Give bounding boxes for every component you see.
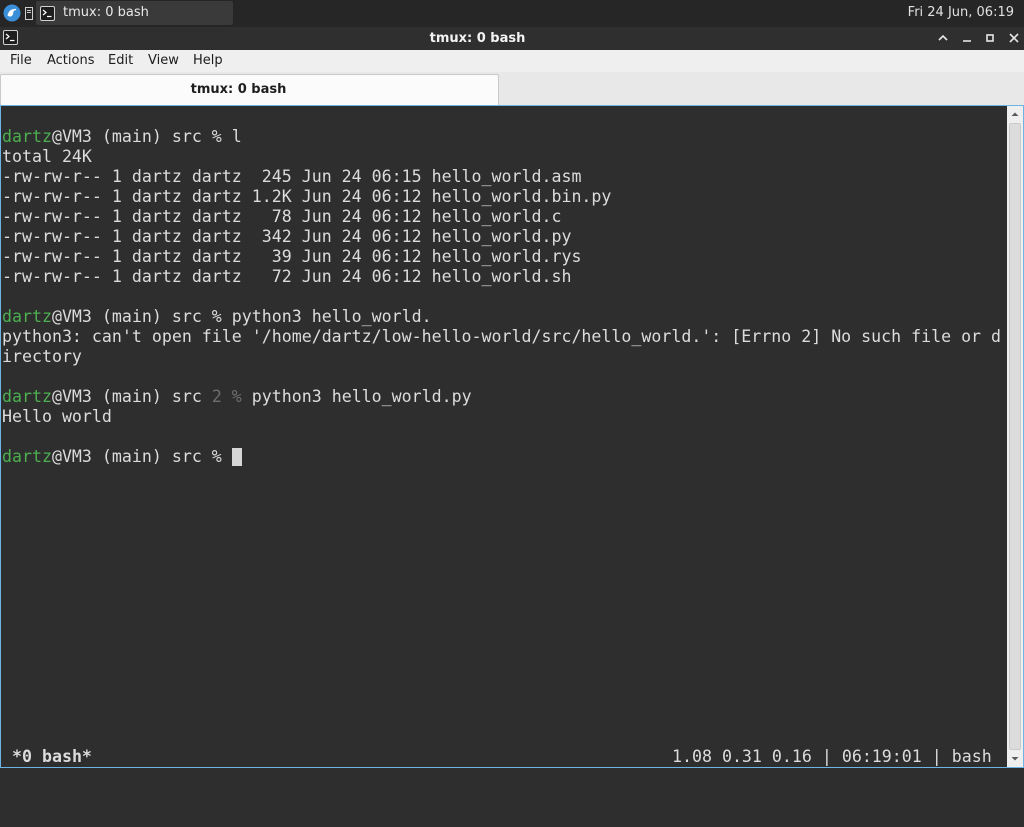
terminal-row <box>2 107 1002 127</box>
terminal-row: Hello world <box>2 407 1002 427</box>
prompt-text: @VM3 (main) src % python3 hello_world. <box>51 307 432 326</box>
scrollbar-handle[interactable] <box>1009 123 1021 750</box>
window-title-bar[interactable]: tmux: 0 bash <box>0 27 1024 50</box>
tmux-status-bar: *0 bash* 1.08 0.31 0.16 | 06:19:01 | bas… <box>2 747 1002 767</box>
terminal-frame: dartz@VM3 (main) src % l total 24K -rw-r… <box>0 105 1024 768</box>
output-text: -rw-rw-r-- 1 dartz dartz 39 Jun 24 06:12… <box>2 247 582 266</box>
arrow-down-icon <box>1007 751 1023 767</box>
terminal-row: -rw-rw-r-- 1 dartz dartz 78 Jun 24 06:12… <box>2 207 1002 227</box>
terminal-row: -rw-rw-r-- 1 dartz dartz 342 Jun 24 06:1… <box>2 227 1002 247</box>
shade-button[interactable] <box>933 28 953 48</box>
terminal-row: irectory <box>2 347 1002 367</box>
tmux-status-right: 1.08 0.31 0.16 | 06:19:01 | bash <box>672 747 992 766</box>
terminal-row <box>2 367 1002 387</box>
output-text: python3: can't open file '/home/dartz/lo… <box>2 327 1002 346</box>
app-menu-icon[interactable] <box>3 4 21 22</box>
output-text: -rw-rw-r-- 1 dartz dartz 72 Jun 24 06:12… <box>2 267 572 286</box>
terminal-row: -rw-rw-r-- 1 dartz dartz 39 Jun 24 06:12… <box>2 247 1002 267</box>
output-text: -rw-rw-r-- 1 dartz dartz 78 Jun 24 06:12… <box>2 207 562 226</box>
menu-file[interactable]: File <box>7 50 35 72</box>
output-text: -rw-rw-r-- 1 dartz dartz 1.2K Jun 24 06:… <box>2 187 612 206</box>
window-title: tmux: 0 bash <box>429 31 526 46</box>
terminal-row: -rw-rw-r-- 1 dartz dartz 1.2K Jun 24 06:… <box>2 187 1002 207</box>
maximize-icon <box>980 28 1000 48</box>
terminal-row: dartz@VM3 (main) src 2 % python3 hello_w… <box>2 387 1002 407</box>
tab-label: tmux: 0 bash <box>190 82 287 97</box>
panel-clock[interactable]: Fri 24 Jun, 06:19 <box>908 0 1014 26</box>
menu-bar: File Actions Edit View Help <box>0 50 1024 72</box>
terminal-row <box>2 427 1002 447</box>
terminal-row: dartz@VM3 (main) src % l <box>2 127 1002 147</box>
minimize-icon <box>957 28 977 48</box>
scroll-down-button[interactable] <box>1007 751 1023 767</box>
tab-bar: tmux: 0 bash <box>0 72 1024 105</box>
minimize-button[interactable] <box>957 28 977 48</box>
top-panel: tmux: 0 bash Fri 24 Jun, 06:19 <box>0 0 1024 27</box>
maximize-button[interactable] <box>980 28 1000 48</box>
tmux-window-list: *0 bash* <box>12 747 92 766</box>
close-icon <box>1004 28 1024 48</box>
terminal-row: python3: can't open file '/home/dartz/lo… <box>2 327 1002 347</box>
output-text: -rw-rw-r-- 1 dartz dartz 342 Jun 24 06:1… <box>2 227 572 246</box>
prompt-text: @VM3 (main) src % <box>51 447 232 466</box>
prompt-exit-status: 2 % <box>211 387 242 406</box>
terminal-row: -rw-rw-r-- 1 dartz dartz 245 Jun 24 06:1… <box>2 167 1002 187</box>
prompt-user: dartz <box>2 447 52 466</box>
scroll-up-button[interactable] <box>1007 106 1023 122</box>
terminal-row: total 24K <box>2 147 1002 167</box>
terminal-row: -rw-rw-r-- 1 dartz dartz 72 Jun 24 06:12… <box>2 267 1002 287</box>
output-text: Hello world <box>2 407 112 426</box>
prompt-user: dartz <box>2 127 52 146</box>
vertical-scrollbar[interactable] <box>1007 106 1023 767</box>
show-desktop-icon[interactable] <box>24 6 34 21</box>
output-text: irectory <box>2 347 82 366</box>
prompt-command: python3 hello_world.py <box>241 387 472 406</box>
menu-edit[interactable]: Edit <box>105 50 136 72</box>
arrow-up-icon <box>1007 106 1023 122</box>
taskbar-button-label: tmux: 0 bash <box>63 5 149 20</box>
output-text: total 24K <box>2 147 92 166</box>
tab-terminal-session[interactable]: tmux: 0 bash <box>0 74 499 105</box>
terminal-icon <box>40 6 55 21</box>
prompt-text: @VM3 (main) src % l <box>51 127 242 146</box>
terminal-cursor <box>231 448 242 466</box>
taskbar-button-terminal[interactable]: tmux: 0 bash <box>36 1 233 25</box>
menu-help[interactable]: Help <box>190 50 226 72</box>
shade-icon <box>933 28 953 48</box>
menu-view[interactable]: View <box>145 50 182 72</box>
prompt-user: dartz <box>2 387 52 406</box>
terminal-icon[interactable] <box>3 30 18 45</box>
terminal-row <box>2 287 1002 307</box>
prompt-user: dartz <box>2 307 52 326</box>
terminal-row: dartz@VM3 (main) src % <box>2 447 1002 467</box>
terminal-screen[interactable]: dartz@VM3 (main) src % l total 24K -rw-r… <box>2 107 1002 767</box>
terminal-row: dartz@VM3 (main) src % python3 hello_wor… <box>2 307 1002 327</box>
close-button[interactable] <box>1004 28 1024 48</box>
prompt-text: @VM3 (main) src <box>51 387 212 406</box>
output-text: -rw-rw-r-- 1 dartz dartz 245 Jun 24 06:1… <box>2 167 582 186</box>
menu-actions[interactable]: Actions <box>44 50 98 72</box>
